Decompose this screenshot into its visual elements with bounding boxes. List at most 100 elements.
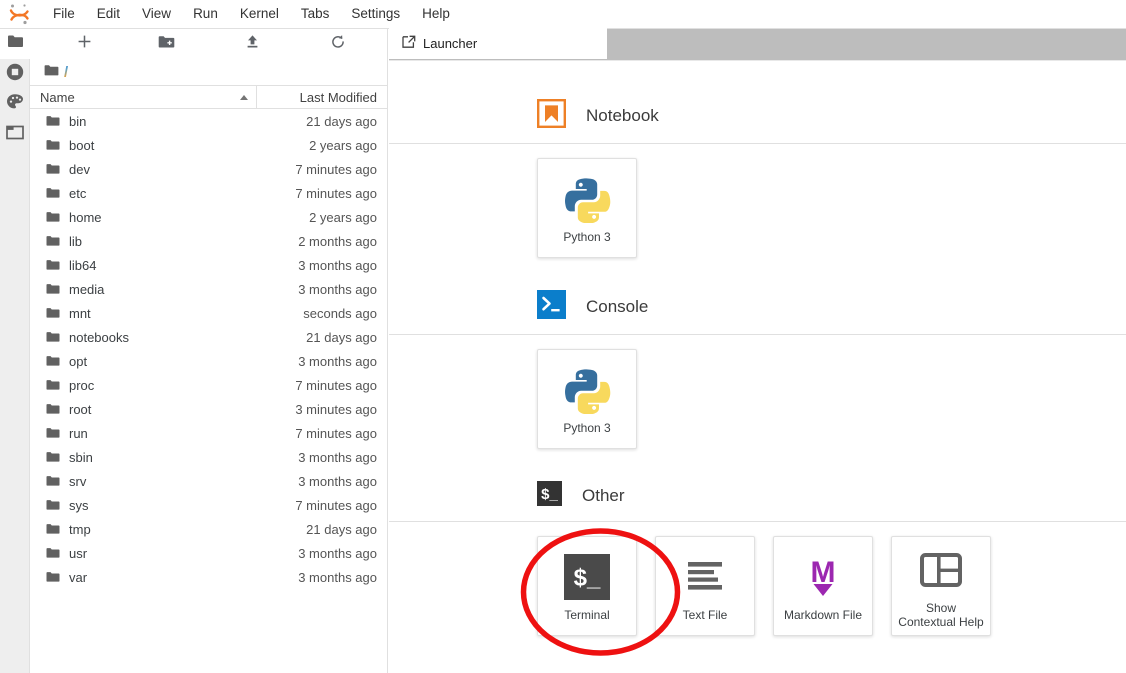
new-launcher-button[interactable] bbox=[62, 31, 106, 57]
jupyterlab-window: File Edit View Run Kernel Tabs Settings … bbox=[0, 0, 1126, 673]
menu-view[interactable]: View bbox=[131, 2, 182, 26]
tab-launcher-label: Launcher bbox=[423, 36, 477, 51]
file-name: notebooks bbox=[69, 330, 257, 345]
file-list-item[interactable]: var3 months ago bbox=[30, 565, 387, 589]
file-list-item[interactable]: srv3 months ago bbox=[30, 469, 387, 493]
launcher-section-other: $_ Other $_ bbox=[537, 481, 1126, 636]
file-name: var bbox=[69, 570, 257, 585]
file-last-modified: 3 months ago bbox=[257, 450, 387, 465]
refresh-button[interactable] bbox=[316, 31, 360, 57]
file-last-modified: 7 minutes ago bbox=[257, 498, 387, 513]
contextual-help-icon bbox=[920, 544, 962, 596]
terminal-prompt-icon: $_ bbox=[564, 551, 610, 603]
tab-launcher[interactable]: Launcher bbox=[389, 28, 607, 59]
folder-icon[interactable] bbox=[44, 64, 59, 80]
folder-icon bbox=[46, 331, 60, 343]
file-name: srv bbox=[69, 474, 257, 489]
folder-icon bbox=[46, 451, 60, 463]
file-list-item[interactable]: bin21 days ago bbox=[30, 109, 387, 133]
file-list-item[interactable]: usr3 months ago bbox=[30, 541, 387, 565]
launcher-card-show-contextual-help[interactable]: Show Contextual Help bbox=[891, 536, 991, 636]
folder-icon bbox=[46, 499, 60, 511]
svg-text:$_: $_ bbox=[541, 486, 558, 503]
python-logo-icon bbox=[563, 364, 611, 416]
file-last-modified: 3 months ago bbox=[257, 258, 387, 273]
section-divider bbox=[389, 334, 1126, 335]
sidebar-item-open-tabs[interactable] bbox=[0, 119, 30, 149]
file-list-item[interactable]: dev7 minutes ago bbox=[30, 157, 387, 181]
column-header-name[interactable]: Name bbox=[30, 86, 257, 108]
running-circle-icon bbox=[6, 63, 24, 86]
column-header-last-modified[interactable]: Last Modified bbox=[257, 90, 387, 105]
launcher-card-console-python3[interactable]: Python 3 bbox=[537, 349, 637, 449]
sidebar-item-extension-manager[interactable] bbox=[0, 89, 30, 119]
launcher-card-text-file[interactable]: Text File bbox=[655, 536, 755, 636]
file-last-modified: 3 months ago bbox=[257, 282, 387, 297]
launcher-content: Notebook Python 3 bbox=[389, 61, 1126, 636]
menu-tabs[interactable]: Tabs bbox=[290, 2, 341, 26]
file-list-item[interactable]: sbin3 months ago bbox=[30, 445, 387, 469]
folder-icon bbox=[46, 403, 60, 415]
menu-settings[interactable]: Settings bbox=[340, 2, 411, 26]
file-list-item[interactable]: root3 minutes ago bbox=[30, 397, 387, 421]
card-row-other: $_ Terminal bbox=[537, 536, 1126, 636]
folder-icon bbox=[46, 259, 60, 271]
file-list-item[interactable]: notebooks21 days ago bbox=[30, 325, 387, 349]
file-list-item[interactable]: opt3 months ago bbox=[30, 349, 387, 373]
jupyter-logo-icon[interactable] bbox=[4, 0, 34, 29]
column-header-name-label: Name bbox=[40, 90, 75, 105]
file-name: dev bbox=[69, 162, 257, 177]
file-last-modified: 7 minutes ago bbox=[257, 378, 387, 393]
file-last-modified: 7 minutes ago bbox=[257, 186, 387, 201]
folder-icon bbox=[46, 547, 60, 559]
left-sidebar-rail bbox=[0, 29, 30, 673]
sidebar-item-running-terminals[interactable] bbox=[0, 59, 30, 89]
file-list-item[interactable]: media3 months ago bbox=[30, 277, 387, 301]
launcher-card-notebook-python3[interactable]: Python 3 bbox=[537, 158, 637, 258]
python-logo-icon bbox=[563, 173, 611, 225]
folder-icon bbox=[46, 427, 60, 439]
upload-button[interactable] bbox=[230, 31, 274, 57]
file-last-modified: 7 minutes ago bbox=[257, 426, 387, 441]
menu-kernel[interactable]: Kernel bbox=[229, 2, 290, 26]
file-list-item[interactable]: sys7 minutes ago bbox=[30, 493, 387, 517]
file-name: lib bbox=[69, 234, 257, 249]
upload-icon bbox=[245, 34, 260, 54]
file-list-item[interactable]: boot2 years ago bbox=[30, 133, 387, 157]
file-list[interactable]: bin21 days agoboot2 years agodev7 minute… bbox=[30, 109, 387, 673]
folder-icon bbox=[7, 34, 24, 54]
file-name: etc bbox=[69, 186, 257, 201]
folder-icon bbox=[46, 187, 60, 199]
menu-bar: File Edit View Run Kernel Tabs Settings … bbox=[0, 0, 1126, 29]
file-name: opt bbox=[69, 354, 257, 369]
file-list-item[interactable]: proc7 minutes ago bbox=[30, 373, 387, 397]
new-folder-button[interactable] bbox=[144, 31, 188, 57]
folder-icon bbox=[46, 283, 60, 295]
file-list-item[interactable]: run7 minutes ago bbox=[30, 421, 387, 445]
launcher-card-label: Show Contextual Help bbox=[896, 601, 986, 629]
breadcrumb-root[interactable]: / bbox=[64, 64, 68, 81]
file-list-item[interactable]: home2 years ago bbox=[30, 205, 387, 229]
file-name: lib64 bbox=[69, 258, 257, 273]
file-list-item[interactable]: lib643 months ago bbox=[30, 253, 387, 277]
file-name: usr bbox=[69, 546, 257, 561]
text-file-icon bbox=[682, 551, 728, 603]
menu-file[interactable]: File bbox=[42, 2, 86, 26]
launcher-card-markdown-file[interactable]: M Markdown File bbox=[773, 536, 873, 636]
file-list-item[interactable]: lib2 months ago bbox=[30, 229, 387, 253]
sidebar-item-file-browser[interactable] bbox=[0, 29, 30, 59]
launcher-card-label: Terminal bbox=[564, 608, 609, 622]
file-name: media bbox=[69, 282, 257, 297]
launcher-section-notebook: Notebook Python 3 bbox=[537, 99, 1126, 258]
file-name: bin bbox=[69, 114, 257, 129]
file-browser-panel: / Name Last Modified bin21 days agoboot2… bbox=[30, 29, 388, 673]
launcher-card-terminal[interactable]: $_ Terminal bbox=[537, 536, 637, 636]
file-list-item[interactable]: tmp21 days ago bbox=[30, 517, 387, 541]
menu-help[interactable]: Help bbox=[411, 2, 461, 26]
menu-edit[interactable]: Edit bbox=[86, 2, 131, 26]
menu-run[interactable]: Run bbox=[182, 2, 229, 26]
file-list-item[interactable]: etc7 minutes ago bbox=[30, 181, 387, 205]
sort-ascending-icon bbox=[240, 95, 248, 100]
file-last-modified: 3 months ago bbox=[257, 474, 387, 489]
file-list-item[interactable]: mntseconds ago bbox=[30, 301, 387, 325]
